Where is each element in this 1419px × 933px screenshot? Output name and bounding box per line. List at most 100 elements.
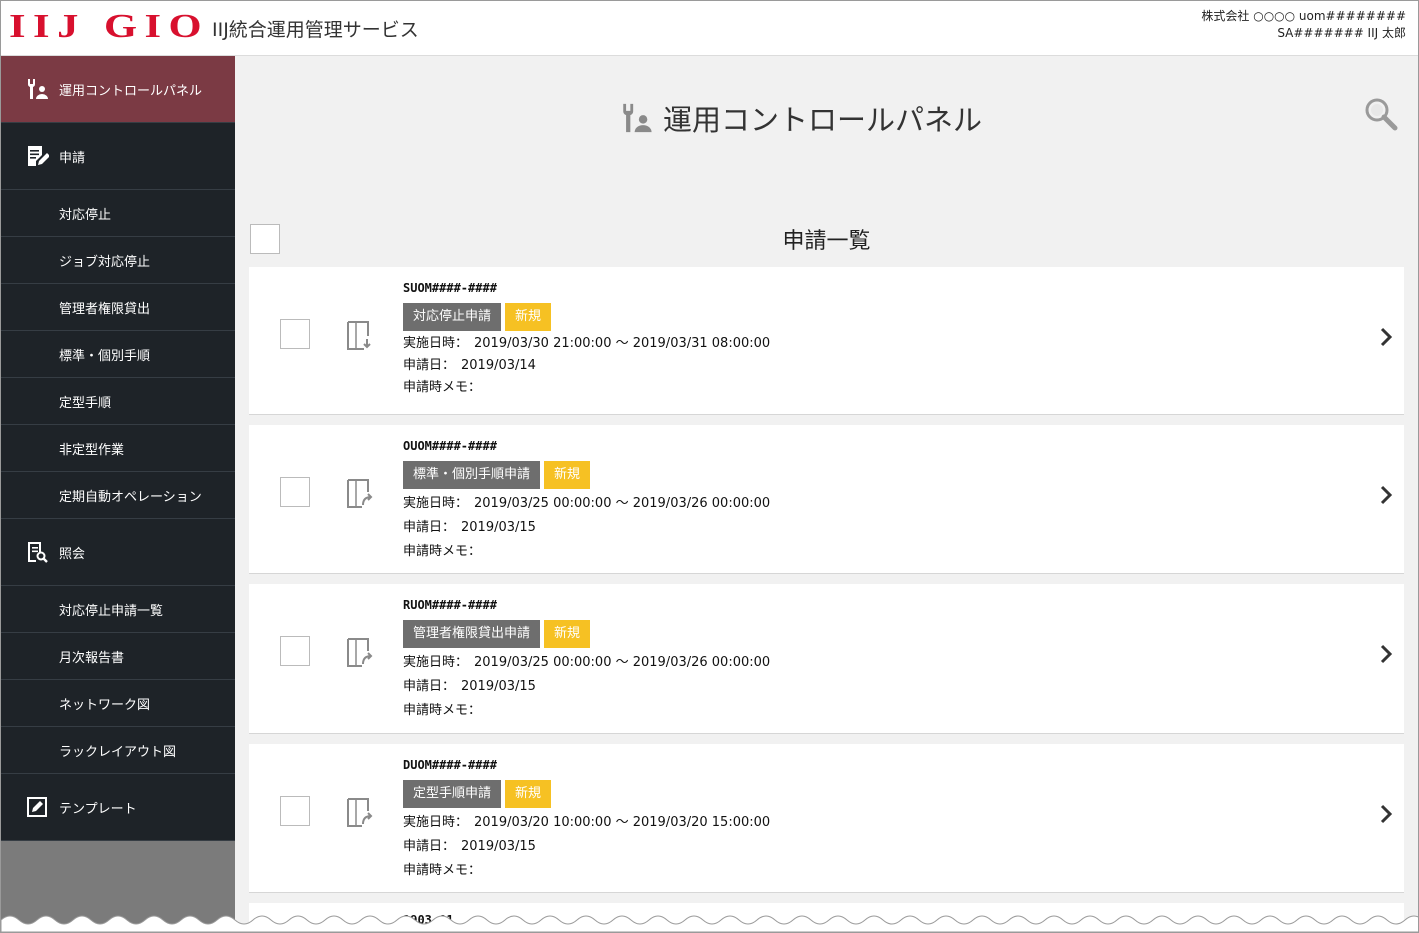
sidebar-item-label: ラックレイアウト図 xyxy=(59,744,177,760)
sidebar-item-label: 管理者権限貸出 xyxy=(59,301,151,317)
sidebar-item-label: 申請 xyxy=(59,150,86,166)
sidebar-item-label: 運用コントロールパネル xyxy=(59,83,203,99)
sidebar-item-label: 定型手順 xyxy=(59,395,112,411)
sidebar-item-network-diagram[interactable]: ネットワーク図 xyxy=(1,680,235,727)
applied-date-value: 2019/03/14 xyxy=(461,358,536,373)
memo-label: 申請時メモ： xyxy=(403,703,482,718)
main-content: 運用コントロールパネル 申請一覧 SUOM####-#### 対応停止申請 新規 xyxy=(235,57,1418,932)
sidebar-item-label: 照会 xyxy=(59,546,86,562)
request-details: DUOM####-#### 定型手順申請 新規 実施日時： 2019/03/20 … xyxy=(403,744,770,883)
document-arrow-right-icon xyxy=(347,798,373,827)
form-edit-icon xyxy=(28,146,49,166)
exec-datetime-value: 2019/03/25 00:00:00 ～ 2019/03/26 00:00:0… xyxy=(474,496,771,511)
search-icon[interactable] xyxy=(1362,95,1400,133)
chevron-right-icon[interactable] xyxy=(1378,326,1394,348)
pencil-note-icon xyxy=(27,797,47,817)
request-id: SUOM####-#### xyxy=(403,281,497,295)
sidebar-item-rack-layout[interactable]: ラックレイアウト図 xyxy=(1,727,235,774)
sidebar-item-standard-procedure[interactable]: 標準・個別手順 xyxy=(1,331,235,378)
sidebar-item-label: 非定型作業 xyxy=(59,442,125,458)
applied-date-label: 申請日： xyxy=(403,679,456,694)
page-title: 運用コントロールパネル xyxy=(663,103,983,137)
sidebar-item-label: ネットワーク図 xyxy=(59,697,151,713)
sidebar-item-label: 対応停止申請一覧 xyxy=(59,603,164,619)
document-arrow-right-icon xyxy=(347,479,373,508)
request-type-badge: 定型手順申請 xyxy=(403,780,502,808)
request-card[interactable]: RUOM####-#### 管理者権限貸出申請 新規 実施日時： 2019/03/… xyxy=(249,584,1404,734)
exec-datetime-label: 実施日時： xyxy=(403,815,469,830)
sidebar: 運用コントロールパネル 申請 対応停止 ジョブ対応停止 管理者権限貸出 標準・個… xyxy=(1,56,235,932)
request-card[interactable]: DUOM####-#### 定型手順申請 新規 実施日時： 2019/03/20 … xyxy=(249,744,1404,893)
sidebar-item-template[interactable]: テンプレート xyxy=(1,774,235,841)
user-info: 株式会社 ○○○○ uom######## SA####### IIJ 太郎 xyxy=(1201,8,1406,42)
request-type-badge: 対応停止申請 xyxy=(403,303,502,331)
exec-datetime-label: 実施日時： xyxy=(403,655,469,670)
sidebar-item-response-stop[interactable]: 対応停止 xyxy=(1,190,235,237)
status-badge: 新規 xyxy=(544,620,591,648)
sidebar-item-stop-request-list[interactable]: 対応停止申請一覧 xyxy=(1,586,235,633)
wrench-user-icon xyxy=(623,103,652,133)
applied-date-label: 申請日： xyxy=(403,358,456,373)
document-search-icon xyxy=(28,542,48,563)
request-card[interactable]: OUOM####-#### 標準・個別手順申請 新規 実施日時： 2019/03/… xyxy=(249,425,1404,574)
sidebar-item-label: テンプレート xyxy=(59,801,137,817)
page-title-area: 運用コントロールパネル xyxy=(619,97,982,139)
memo-label: 申請時メモ： xyxy=(403,544,482,559)
request-card[interactable]: SUOM####-#### 対応停止申請 新規 実施日時： 2019/03/30 … xyxy=(249,267,1404,415)
service-name: IIJ統合運用管理サービス xyxy=(212,19,419,41)
sidebar-item-label: 標準・個別手順 xyxy=(59,348,151,364)
sidebar-item-inquiry[interactable]: 照会 xyxy=(1,519,235,586)
applied-date-label: 申請日： xyxy=(403,520,456,535)
list-title: 申請一覧 xyxy=(782,229,871,254)
request-checkbox[interactable] xyxy=(280,319,310,349)
chevron-right-icon[interactable] xyxy=(1378,803,1394,825)
request-checkbox[interactable] xyxy=(280,477,310,507)
chevron-right-icon[interactable] xyxy=(1378,643,1394,665)
request-id: OUOM####-#### xyxy=(403,439,497,453)
logo-text: IIJ GIO xyxy=(9,8,210,45)
sidebar-item-adhoc-work[interactable]: 非定型作業 xyxy=(1,425,235,472)
applied-date-value: 2019/03/15 xyxy=(461,679,536,694)
sidebar-item-admin-privilege-loan[interactable]: 管理者権限貸出 xyxy=(1,284,235,331)
sidebar-item-label: 定期自動オペレーション xyxy=(59,489,202,505)
iij-gio-logo[interactable]: IIJ GIO xyxy=(9,10,202,44)
exec-datetime-value: 2019/03/20 10:00:00 ～ 2019/03/20 15:00:0… xyxy=(474,815,771,830)
applied-date-label: 申請日： xyxy=(403,839,456,854)
exec-datetime-value: 2019/03/25 00:00:00 ～ 2019/03/26 00:00:0… xyxy=(474,655,771,670)
sidebar-item-application[interactable]: 申請 xyxy=(1,123,235,190)
sidebar-item-monthly-report[interactable]: 月次報告書 xyxy=(1,633,235,680)
request-details: SUOM####-#### 対応停止申請 新規 実施日時： 2019/03/30 … xyxy=(403,267,770,399)
memo-label: 申請時メモ： xyxy=(403,863,482,878)
request-checkbox[interactable] xyxy=(280,636,310,666)
sidebar-item-fixed-procedure[interactable]: 定型手順 xyxy=(1,378,235,425)
document-arrow-down-icon xyxy=(347,321,371,350)
document-arrow-right-icon xyxy=(347,638,373,667)
sidebar-item-label: 対応停止 xyxy=(59,207,112,223)
request-details: OUOM####-#### 標準・個別手順申請 新規 実施日時： 2019/03/… xyxy=(403,425,770,564)
status-badge: 新規 xyxy=(505,303,552,331)
exec-datetime-value: 2019/03/30 21:00:00 ～ 2019/03/31 08:00:0… xyxy=(474,336,771,351)
request-type-badge: 管理者権限貸出申請 xyxy=(403,620,541,648)
wrench-user-icon xyxy=(27,79,48,99)
request-details: RUOM####-#### 管理者権限貸出申請 新規 実施日時： 2019/03/… xyxy=(403,584,770,723)
app-window: IIJ GIO IIJ統合運用管理サービス 株式会社 ○○○○ uom#####… xyxy=(0,0,1419,933)
header: IIJ GIO IIJ統合運用管理サービス 株式会社 ○○○○ uom#####… xyxy=(1,1,1418,56)
sidebar-item-job-response-stop[interactable]: ジョブ対応停止 xyxy=(1,237,235,284)
user-company: 株式会社 ○○○○ uom######## xyxy=(1201,9,1406,23)
applied-date-value: 2019/03/15 xyxy=(461,839,536,854)
sidebar-item-scheduled-operation[interactable]: 定期自動オペレーション xyxy=(1,472,235,519)
sidebar-item-control-panel[interactable]: 運用コントロールパネル xyxy=(1,56,235,123)
user-name: SA####### IIJ 太郎 xyxy=(1277,26,1406,40)
exec-datetime-label: 実施日時： xyxy=(403,336,469,351)
memo-label: 申請時メモ： xyxy=(403,380,482,395)
status-badge: 新規 xyxy=(505,780,552,808)
sidebar-item-label: ジョブ対応停止 xyxy=(59,254,151,270)
status-badge: 新規 xyxy=(544,461,591,489)
request-id: DUOM####-#### xyxy=(403,758,497,772)
request-id: RUOM####-#### xyxy=(403,598,497,612)
sidebar-item-label: 月次報告書 xyxy=(59,650,125,666)
applied-date-value: 2019/03/15 xyxy=(461,520,536,535)
chevron-right-icon[interactable] xyxy=(1378,484,1394,506)
request-checkbox[interactable] xyxy=(280,796,310,826)
request-type-badge: 標準・個別手順申請 xyxy=(403,461,541,489)
